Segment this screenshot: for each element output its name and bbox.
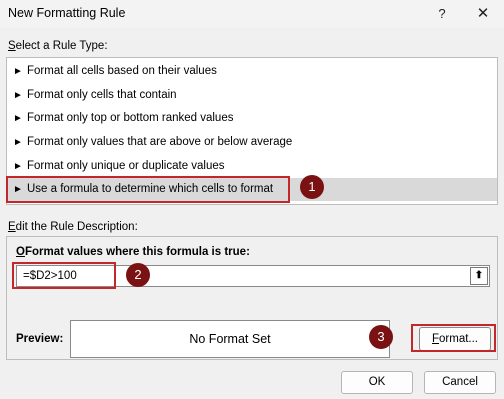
rule-type-item[interactable]: ► Format only values that are above or be…: [7, 131, 497, 154]
formula-label: OFormat values where this formula is tru…: [16, 246, 250, 258]
arrow-right-icon: ►: [13, 113, 23, 124]
step-badge-3: 3: [369, 325, 393, 349]
step-badge-1: 1: [300, 175, 324, 199]
arrow-right-icon: ►: [13, 161, 23, 172]
step-badge-2: 2: [126, 263, 150, 287]
rule-description-label: Edit the Rule Description:: [8, 221, 138, 233]
format-preview: No Format Set: [70, 320, 390, 358]
highlight-formula: [12, 262, 116, 289]
arrow-right-icon: ►: [13, 66, 23, 77]
rule-type-item[interactable]: ► Format only cells that contain: [7, 84, 497, 107]
arrow-right-icon: ►: [13, 137, 23, 148]
highlight-format-button: [411, 324, 496, 352]
ok-button[interactable]: OK: [341, 371, 413, 394]
highlight-rule-type: [6, 176, 290, 203]
rule-type-item[interactable]: ► Format only unique or duplicate values: [7, 155, 497, 178]
help-button[interactable]: ?: [430, 3, 454, 25]
rule-type-item[interactable]: ► Format only top or bottom ranked values: [7, 107, 497, 130]
cancel-button[interactable]: Cancel: [424, 371, 496, 394]
rule-type-item[interactable]: ► Format all cells based on their values: [7, 60, 497, 83]
title-bar: New Formatting Rule ? ✕: [0, 0, 504, 28]
preview-label: Preview:: [16, 333, 64, 345]
close-button[interactable]: ✕: [470, 3, 496, 25]
dialog-title: New Formatting Rule: [8, 6, 126, 20]
arrow-right-icon: ►: [13, 90, 23, 101]
collapse-dialog-icon[interactable]: ⬆: [470, 267, 488, 285]
rule-type-label: Select a Rule Type:: [8, 40, 108, 52]
